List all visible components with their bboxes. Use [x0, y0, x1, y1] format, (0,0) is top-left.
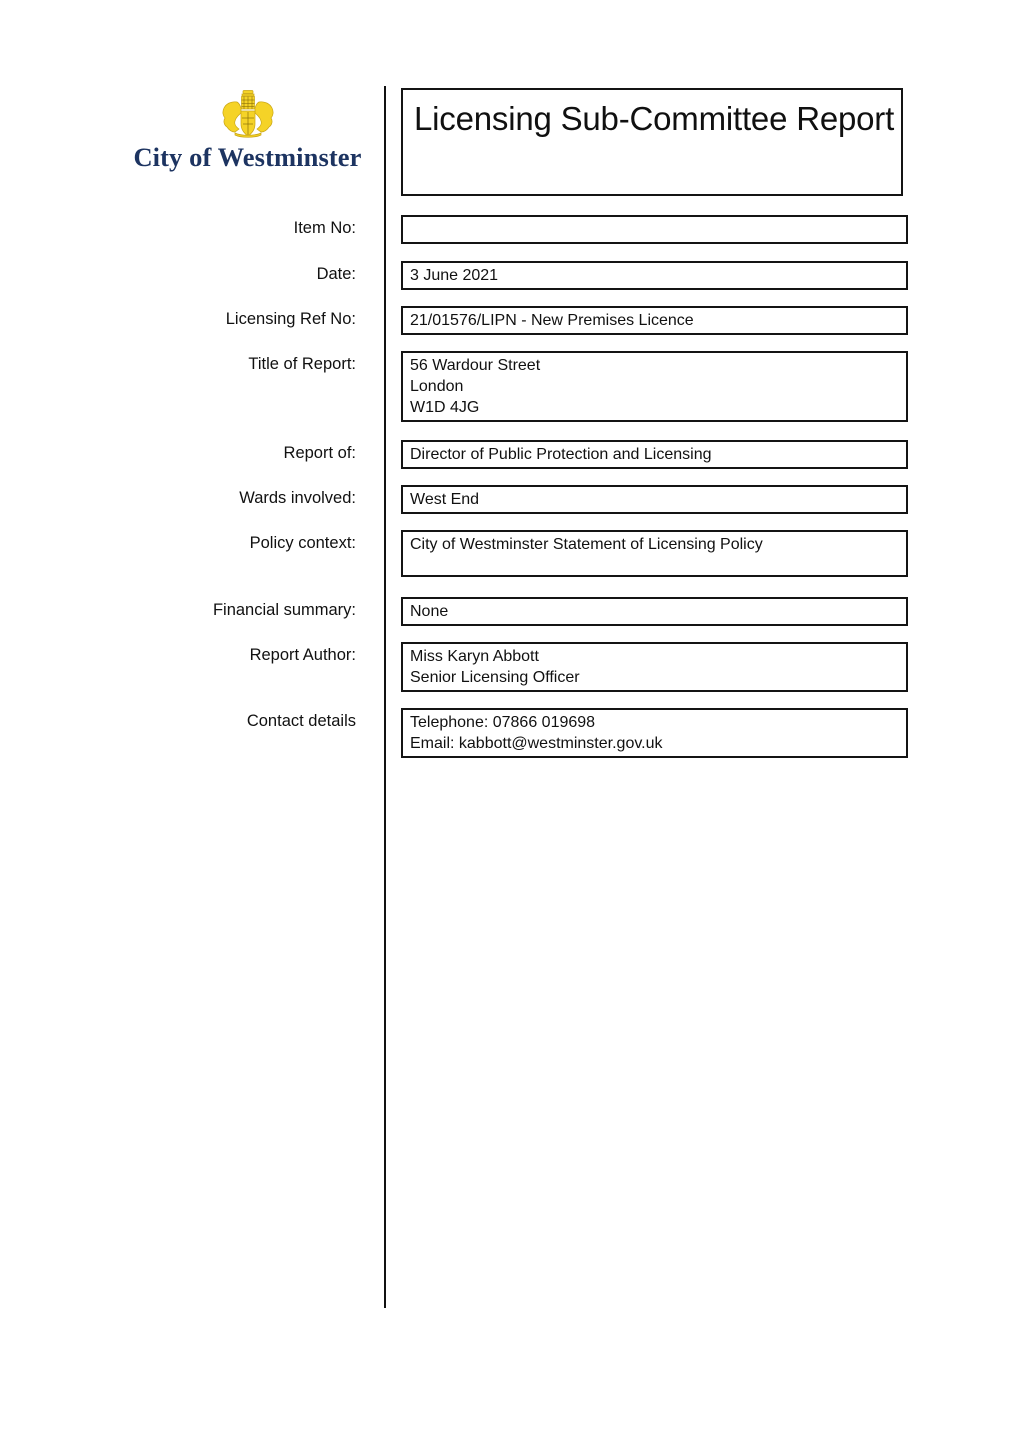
- value-wards-involved[interactable]: West End: [401, 485, 908, 514]
- value-line: London: [410, 378, 464, 395]
- label-title-of-report: Title of Report:: [248, 355, 356, 373]
- label-item-no: Item No:: [293, 219, 356, 237]
- label-report-author: Report Author:: [249, 646, 356, 664]
- value-line: 56 Wardour Street: [410, 357, 541, 374]
- label-wards-involved: Wards involved:: [239, 489, 356, 507]
- value-line: 3 June 2021: [410, 267, 499, 284]
- label-financial-summary: Financial summary:: [212, 601, 356, 619]
- westminster-coat-of-arms-icon: [222, 90, 273, 138]
- label-date: Date:: [316, 265, 356, 283]
- value-title-of-report[interactable]: 56 Wardour Street London W1D 4JG: [401, 351, 908, 422]
- value-line: W1D 4JG: [410, 399, 480, 416]
- value-line: Director of Public Protection and Licens…: [410, 446, 712, 463]
- value-report-of[interactable]: Director of Public Protection and Licens…: [401, 440, 908, 469]
- council-name: City of Westminster: [133, 142, 362, 172]
- value-line: None: [410, 603, 449, 620]
- value-report-author[interactable]: Miss Karyn Abbott Senior Licensing Office…: [401, 642, 908, 692]
- value-line: Telephone: 07866 019698: [410, 714, 596, 731]
- value-line: 21/01576/LIPN - New Premises Licence: [410, 312, 694, 329]
- value-line: Senior Licensing Officer: [410, 669, 580, 686]
- label-contact-details: Contact details: [246, 712, 356, 730]
- document-page: City of Westminster Licensing Sub-Commit…: [0, 0, 1020, 1443]
- value-date[interactable]: 3 June 2021: [401, 261, 908, 290]
- label-licensing-ref-no: Licensing Ref No:: [225, 310, 356, 328]
- value-line: Email: kabbott@westminster.gov.uk: [410, 735, 663, 752]
- value-financial-summary[interactable]: None: [401, 597, 908, 626]
- page-title: Licensing Sub-Committee Report: [414, 100, 895, 137]
- value-contact-details[interactable]: Telephone: 07866 019698 Email: kabbott@we…: [401, 708, 908, 758]
- report-title-box: Licensing Sub-Committee Report: [401, 88, 903, 196]
- value-line: West End: [410, 491, 480, 508]
- label-policy-context: Policy context:: [249, 534, 356, 552]
- label-report-of: Report of:: [283, 444, 356, 462]
- value-line: City of Westminster Statement of Licensi…: [410, 536, 763, 553]
- value-policy-context[interactable]: City of Westminster Statement of Licensi…: [401, 530, 908, 577]
- value-item-no[interactable]: [401, 215, 908, 244]
- value-line: Miss Karyn Abbott: [410, 648, 539, 665]
- column-divider-rule: [384, 86, 386, 1308]
- council-masthead: City of Westminster: [120, 88, 375, 172]
- value-line: [410, 219, 906, 240]
- value-licensing-ref-no[interactable]: 21/01576/LIPN - New Premises Licence: [401, 306, 908, 335]
